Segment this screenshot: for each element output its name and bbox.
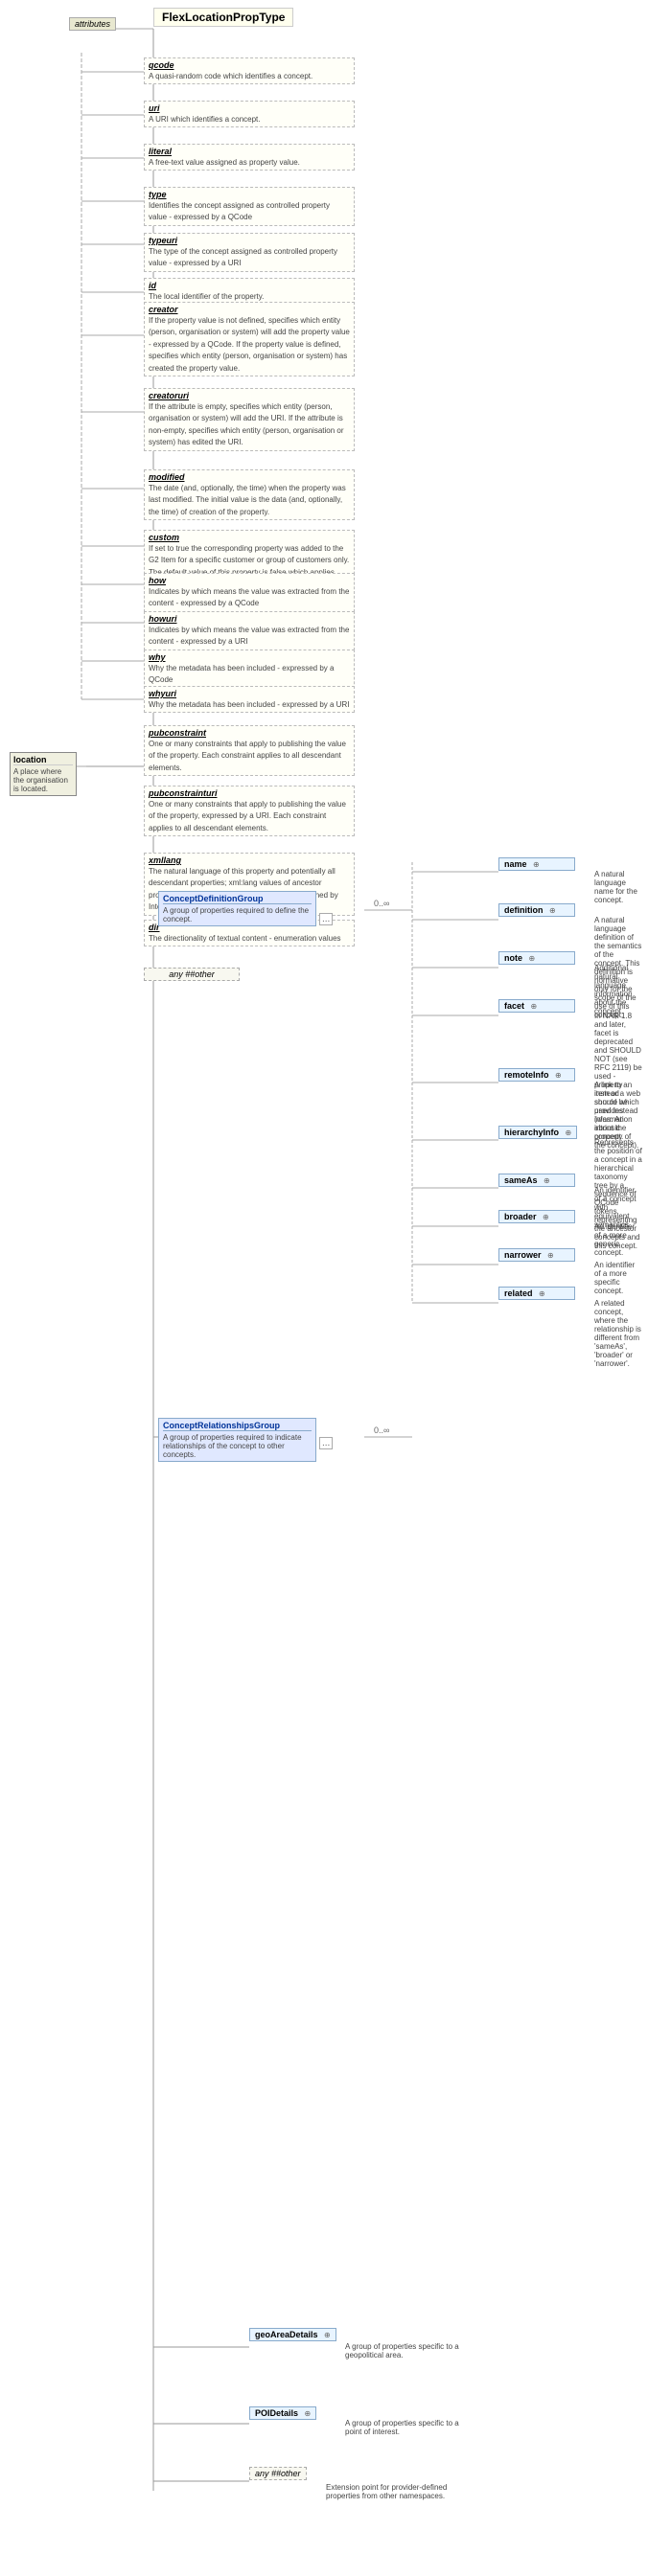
concept-def-connector: ... <box>319 913 333 925</box>
attr-creator: creator If the property value is not def… <box>144 302 355 376</box>
attr-modified: modified The date (and, optionally, the … <box>144 469 355 520</box>
attr-typeuri: typeuri The type of the concept assigned… <box>144 233 355 272</box>
element-definition: definition ⊕ <box>498 903 575 917</box>
element-facet: facet ⊕ <box>498 999 575 1013</box>
location-label: location <box>13 755 73 765</box>
attr-how: how Indicates by which means the value w… <box>144 573 355 612</box>
location-box: location A place where the organisation … <box>10 752 77 796</box>
element-remote-info-desc: A link to an item or a web source which … <box>594 1081 642 1141</box>
element-hierarchy-info: hierarchyInfo ⊕ <box>498 1126 577 1139</box>
location-desc: A place where the organisation is locate… <box>13 767 73 793</box>
geo-area-details-element: geoAreaDetails ⊕ <box>249 2328 336 2341</box>
element-remote-info: remoteInfo ⊕ <box>498 1068 575 1082</box>
attr-qcode: qcode A quasi-random code which identifi… <box>144 57 355 84</box>
page-title: FlexLocationPropType <box>153 8 293 27</box>
element-narrower: narrower ⊕ <box>498 1248 575 1262</box>
element-broader: broader ⊕ <box>498 1210 575 1223</box>
element-note: note ⊕ <box>498 951 575 965</box>
attr-uri: uri A URI which identifies a concept. <box>144 101 355 127</box>
any-other-bottom: any ##other <box>249 2467 307 2480</box>
geo-area-details-desc: A group of properties specific to a geop… <box>345 2342 460 2359</box>
element-broader-desc: An identifier of a more generic concept. <box>594 1222 642 1257</box>
attr-howuri: howuri Indicates by which means the valu… <box>144 611 355 650</box>
any-other-attr: any ##other <box>144 968 240 981</box>
poi-details-desc: A group of properties specific to a poin… <box>345 2419 460 2436</box>
attributes-group-label: attributes <box>69 17 116 31</box>
concept-rel-multiplicity: 0..∞ <box>374 1425 389 1435</box>
element-name-desc: A natural language name for the concept. <box>594 870 642 904</box>
attr-whyuri: whyuri Why the metadata has been include… <box>144 686 355 713</box>
element-same-as: sameAs ⊕ <box>498 1174 575 1187</box>
diagram-container: FlexLocationPropType attributes qcode A … <box>0 0 648 2576</box>
any-other-bottom-desc: Extension point for provider-defined pro… <box>326 2483 470 2500</box>
poi-details-element: POIDetails ⊕ <box>249 2406 316 2420</box>
attr-literal: literal A free-text value assigned as pr… <box>144 144 355 171</box>
concept-relationships-group-box: ConceptRelationshipsGroup A group of pro… <box>158 1418 316 1462</box>
element-note-desc: Additional natural language information … <box>594 964 642 1015</box>
attr-type: type Identifies the concept assigned as … <box>144 187 355 226</box>
element-related: related ⊕ <box>498 1287 575 1300</box>
concept-def-group-label: ConceptDefinitionGroup <box>163 894 312 904</box>
concept-def-multiplicity: 0..∞ <box>374 899 389 908</box>
concept-rel-group-desc: A group of properties required to indica… <box>163 1433 312 1459</box>
attr-creatoruri: creatoruri If the attribute is empty, sp… <box>144 388 355 451</box>
concept-rel-connector: ... <box>319 1437 333 1449</box>
element-related-desc: A related concept, where the relationshi… <box>594 1299 642 1368</box>
attr-why: why Why the metadata has been included -… <box>144 650 355 689</box>
attr-pubconstrainturi: pubconstrainturi One or many constraints… <box>144 786 355 836</box>
concept-def-group-desc: A group of properties required to define… <box>163 906 312 923</box>
concept-definition-group-box: ConceptDefinitionGroup A group of proper… <box>158 891 316 926</box>
element-name: name ⊕ <box>498 857 575 871</box>
concept-rel-group-label: ConceptRelationshipsGroup <box>163 1421 312 1431</box>
attr-pubconstraint: pubconstraint One or many constraints th… <box>144 725 355 776</box>
element-narrower-desc: An identifier of a more specific concept… <box>594 1261 642 1295</box>
